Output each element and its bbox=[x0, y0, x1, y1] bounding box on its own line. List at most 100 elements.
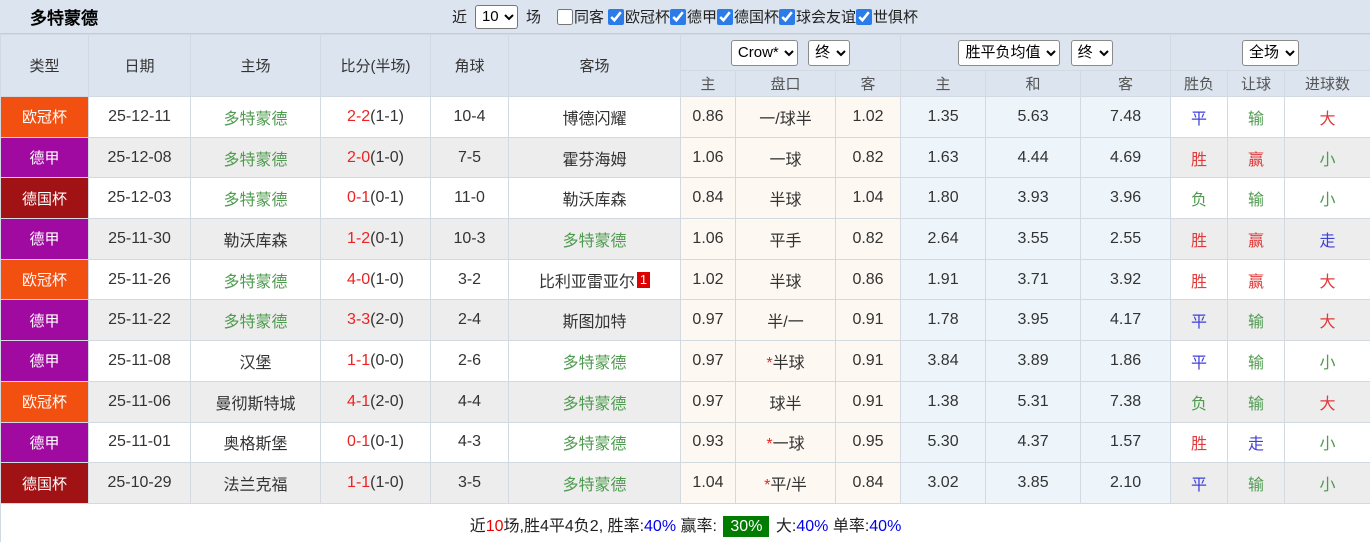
handicap-away-odds: 0.86 bbox=[834, 258, 902, 301]
euro-home-odds: 1.91 bbox=[900, 258, 987, 301]
match-row: 德甲 25-12-08 多特蒙德 2-0(1-0) 7-5 霍芬海姆 1.06 一球 0.82 1… bbox=[0, 136, 1370, 179]
handicap-away-odds: 1.02 bbox=[834, 96, 902, 138]
league-badge[interactable]: 德甲 bbox=[0, 218, 89, 260]
col-header-corner: 角球 bbox=[430, 34, 509, 97]
wdl-result: 胜 bbox=[1170, 218, 1229, 260]
handicap-line: *平/半 bbox=[735, 462, 836, 504]
recent-count-select[interactable]: 10 bbox=[474, 4, 518, 29]
away-team-link[interactable]: 斯图加特 bbox=[508, 299, 681, 342]
home-team-link[interactable]: 奥格斯堡 bbox=[190, 421, 321, 464]
corner-score: 4-3 bbox=[430, 421, 509, 464]
league-badge[interactable]: 欧冠杯 bbox=[0, 380, 89, 423]
col-header-euro-away: 客 bbox=[1080, 70, 1172, 97]
score-cell: 2-0(1-0) bbox=[320, 136, 431, 179]
league-label: 德国杯 bbox=[734, 9, 780, 26]
league-badge[interactable]: 德甲 bbox=[0, 299, 89, 342]
col-header-euro-home: 主 bbox=[900, 70, 987, 97]
score-cell: 4-1(2-0) bbox=[320, 380, 431, 423]
same-opponent-checkbox[interactable] bbox=[556, 8, 573, 25]
handicap-line: 半球 bbox=[735, 258, 836, 301]
euro-away-odds: 4.69 bbox=[1080, 136, 1172, 179]
away-team-link[interactable]: 多特蒙德 bbox=[508, 340, 681, 382]
away-team-link[interactable]: 比利亚雷亚尔 1 bbox=[508, 258, 681, 301]
league-badge[interactable]: 欧冠杯 bbox=[0, 258, 89, 301]
home-team-link[interactable]: 多特蒙德 bbox=[190, 258, 321, 301]
handicap-line: *半球 bbox=[735, 340, 836, 382]
league-checkbox[interactable] bbox=[670, 8, 686, 25]
handicap-time-select[interactable]: 终 bbox=[808, 39, 851, 66]
summary-segment: 场,胜4平4负2, 胜率: bbox=[503, 517, 645, 535]
wdl-result: 平 bbox=[1170, 299, 1229, 342]
wdl-result: 负 bbox=[1170, 380, 1229, 423]
euro-away-odds: 1.86 bbox=[1080, 340, 1172, 382]
goals-result: 大 bbox=[1284, 380, 1370, 423]
odds-select-group: 胜平负均值 终 bbox=[900, 34, 1172, 71]
score-cell: 1-1(1-0) bbox=[320, 462, 431, 504]
match-date: 25-11-08 bbox=[88, 340, 191, 382]
wdl-result: 负 bbox=[1170, 177, 1229, 220]
away-team-link[interactable]: 霍芬海姆 bbox=[508, 136, 681, 179]
odds-type-select[interactable]: 胜平负均值 bbox=[958, 39, 1061, 66]
col-header-away: 客场 bbox=[508, 34, 681, 97]
euro-home-odds: 1.78 bbox=[900, 299, 987, 342]
league-badge[interactable]: 德甲 bbox=[0, 340, 89, 382]
wdl-result: 平 bbox=[1170, 340, 1229, 382]
home-team-link[interactable]: 曼彻斯特城 bbox=[190, 380, 321, 423]
handicap-away-odds: 0.91 bbox=[834, 340, 902, 382]
euro-home-odds: 3.02 bbox=[900, 462, 987, 504]
wdl-result: 胜 bbox=[1170, 136, 1229, 179]
handicap-result: 赢 bbox=[1227, 136, 1286, 179]
euro-away-odds: 2.10 bbox=[1080, 462, 1172, 504]
league-checkbox[interactable] bbox=[779, 8, 796, 25]
euro-draw-odds: 3.71 bbox=[985, 258, 1082, 301]
handicap-result: 输 bbox=[1227, 96, 1286, 138]
summary-row: 近10场,胜4平4负2, 胜率:40% 赢率: 30% 大:40% 单率:40% bbox=[0, 502, 1370, 542]
summary-segment: 赢率: bbox=[676, 517, 722, 535]
summary-segment: 30% bbox=[723, 515, 770, 537]
summary-text: 近10场,胜4平4负2, 胜率:40% 赢率: 30% 大:40% 单率:40% bbox=[0, 502, 1370, 542]
summary-segment: 单率: bbox=[828, 517, 870, 535]
home-team-link[interactable]: 多特蒙德 bbox=[190, 136, 321, 179]
league-badge[interactable]: 欧冠杯 bbox=[0, 96, 89, 138]
summary-segment: 40% bbox=[796, 517, 829, 535]
corner-score: 2-6 bbox=[430, 340, 509, 382]
league-checkbox[interactable] bbox=[607, 8, 624, 25]
euro-draw-odds: 5.31 bbox=[985, 380, 1082, 423]
summary-segment: 40% bbox=[644, 517, 677, 535]
handicap-away-odds: 0.91 bbox=[834, 299, 902, 342]
league-checkbox[interactable] bbox=[717, 8, 734, 25]
bookmaker-select[interactable]: Crow* bbox=[730, 39, 798, 66]
home-team-link[interactable]: 法兰克福 bbox=[190, 462, 321, 504]
handicap-away-odds: 1.04 bbox=[834, 177, 902, 220]
match-table-body: 欧冠杯 25-12-11 多特蒙德 2-2(1-1) 10-4 博德闪耀 0.86 一/球半 1… bbox=[0, 96, 1370, 504]
away-team-link[interactable]: 多特蒙德 bbox=[508, 462, 681, 504]
handicap-result: 赢 bbox=[1227, 258, 1286, 301]
summary-segment: 10 bbox=[485, 517, 504, 535]
corner-score: 4-4 bbox=[430, 380, 509, 423]
league-badge[interactable]: 德国杯 bbox=[0, 177, 89, 220]
league-badge[interactable]: 德甲 bbox=[0, 421, 89, 464]
odds-time-select[interactable]: 终 bbox=[1070, 39, 1113, 66]
away-team-link[interactable]: 勒沃库森 bbox=[508, 177, 681, 220]
away-team-link[interactable]: 多特蒙德 bbox=[508, 421, 681, 464]
goals-result: 走 bbox=[1284, 218, 1370, 260]
league-badge[interactable]: 德甲 bbox=[0, 136, 89, 179]
match-row: 德甲 25-11-22 多特蒙德 3-3(2-0) 2-4 斯图加特 0.97 半/一 0.91… bbox=[0, 299, 1370, 342]
home-team-link[interactable]: 多特蒙德 bbox=[190, 177, 321, 220]
league-filters: 欧冠杯 德甲 德国杯 球会友谊 世俱杯 bbox=[607, 6, 918, 27]
league-badge[interactable]: 德国杯 bbox=[0, 462, 89, 504]
col-header-handicap: 盘口 bbox=[735, 70, 836, 97]
away-team-link[interactable]: 多特蒙德 bbox=[508, 380, 681, 423]
handicap-away-odds: 0.82 bbox=[834, 136, 902, 179]
home-team-link[interactable]: 多特蒙德 bbox=[190, 299, 321, 342]
fulltime-select[interactable]: 全场 bbox=[1242, 39, 1300, 66]
away-team-link[interactable]: 多特蒙德 bbox=[508, 218, 681, 260]
home-team-link[interactable]: 多特蒙德 bbox=[190, 96, 321, 138]
home-team-link[interactable]: 勒沃库森 bbox=[190, 218, 321, 260]
handicap-line: 平手 bbox=[735, 218, 836, 260]
away-team-link[interactable]: 博德闪耀 bbox=[508, 96, 681, 138]
league-checkbox[interactable] bbox=[856, 8, 873, 25]
home-team-link[interactable]: 汉堡 bbox=[190, 340, 321, 382]
corner-score: 10-3 bbox=[430, 218, 509, 260]
handicap-result: 输 bbox=[1227, 177, 1286, 220]
